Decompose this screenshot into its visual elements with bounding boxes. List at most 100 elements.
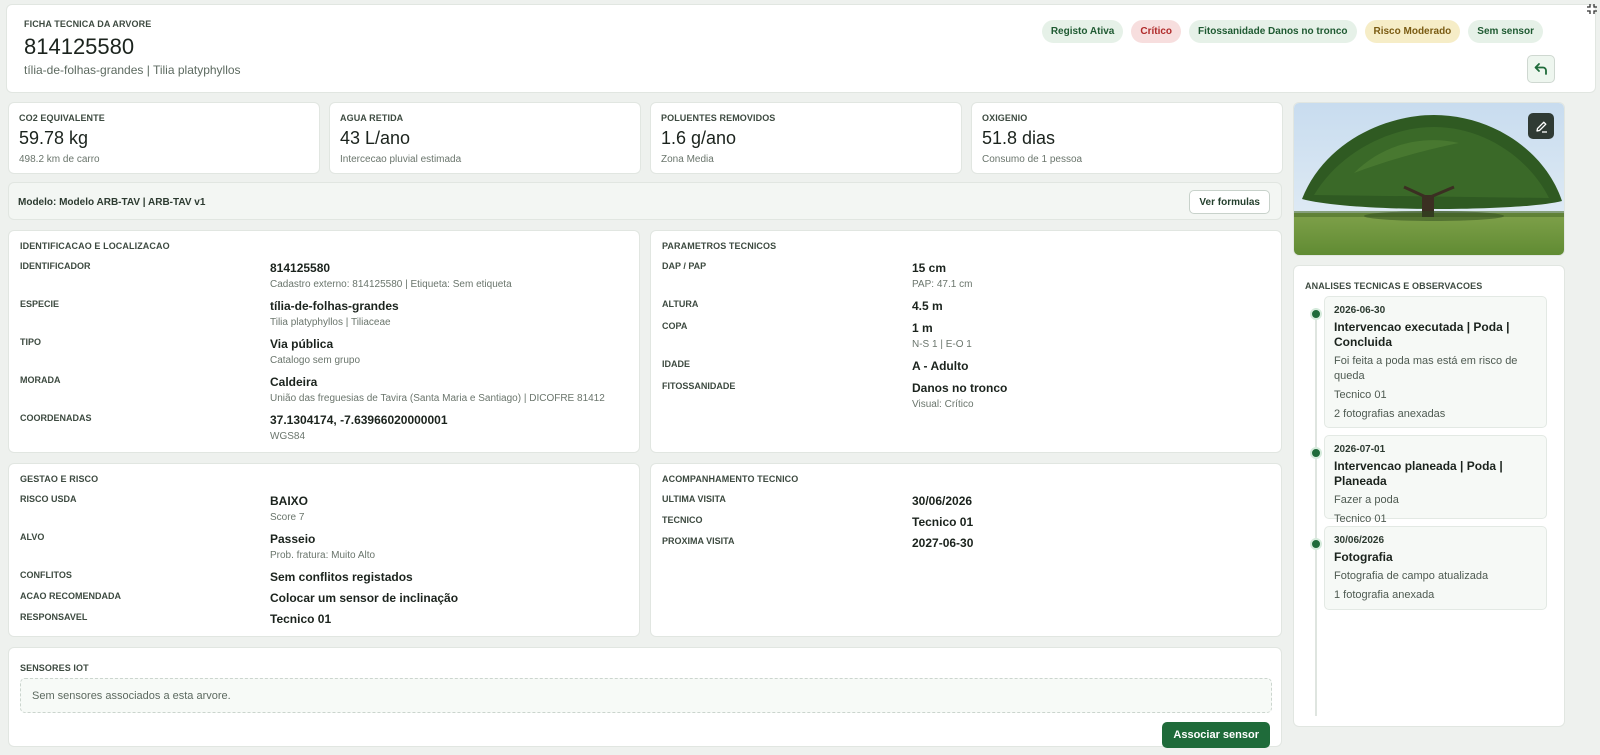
field-row: IDADE A - Adulto <box>662 359 1262 373</box>
tree-photo <box>1293 102 1565 256</box>
tree-species-subtitle: tília-de-folhas-grandes | Tilia platyphy… <box>24 63 241 77</box>
model-label: Modelo: Modelo ARB-TAV | ARB-TAV v1 <box>18 197 206 208</box>
field-key: TIPO <box>20 337 42 347</box>
timeline-date: 30/06/2026 <box>1334 535 1385 546</box>
technical-params-panel: PARAMETROS TECNICOS DAP / PAP 15 cm PAP:… <box>650 230 1282 453</box>
page-overline: FICHA TECNICA DA ARVORE <box>24 19 152 29</box>
field-key: ESPECIE <box>20 299 60 309</box>
field-value: 2027-06-30 <box>912 536 974 550</box>
timeline-date: 2026-06-30 <box>1334 305 1386 316</box>
panel-title: ANALISES TECNICAS E OBSERVACOES <box>1305 281 1483 291</box>
metric-card-agua: AGUA RETIDA 43 L/ano Intercecao pluvial … <box>329 102 641 174</box>
field-row: IDENTIFICADOR 814125580 Cadastro externo… <box>20 261 620 290</box>
metric-label: AGUA RETIDA <box>340 113 404 123</box>
technical-followup-panel: ACOMPANHAMENTO TECNICO ULTIMA VISITA 30/… <box>650 463 1282 637</box>
edit-photo-button[interactable] <box>1528 113 1554 139</box>
panel-title: ACOMPANHAMENTO TECNICO <box>662 474 799 484</box>
timeline-item[interactable]: 2026-07-01 Intervencao planeada | Poda |… <box>1324 435 1547 525</box>
field-key: ALVO <box>20 532 45 542</box>
timeline-dot <box>1310 308 1322 320</box>
panel-title: PARAMETROS TECNICOS <box>662 241 777 251</box>
timeline-title: Intervencao planeada | Poda | Planeada <box>1334 459 1503 488</box>
status-badge-sensor: Sem sensor <box>1468 20 1543 43</box>
field-row: PROXIMA VISITA 2027-06-30 <box>662 536 1262 550</box>
timeline-line <box>1315 308 1317 716</box>
metric-value: 1.6 g/ano <box>661 128 737 148</box>
metric-value: 51.8 dias <box>982 128 1056 148</box>
iot-sensors-panel: SENSORES IOT Sem sensores associados a e… <box>8 647 1282 748</box>
field-value: Via pública <box>270 337 334 351</box>
field-value: Tecnico 01 <box>912 515 974 529</box>
status-badge-risco: Risco Moderado <box>1364 20 1461 43</box>
metric-card-poluentes: POLUENTES REMOVIDOS 1.6 g/ano Zona Media <box>650 102 962 174</box>
field-key: COPA <box>662 321 688 331</box>
panel-title: SENSORES IOT <box>20 663 89 673</box>
tree-photo-image <box>1294 103 1564 255</box>
field-key: FITOSSANIDADE <box>662 381 736 391</box>
field-value: 15 cm <box>912 261 947 275</box>
associate-sensor-button[interactable]: Associar sensor <box>1162 722 1270 748</box>
field-value: Colocar um sensor de inclinação <box>270 591 459 605</box>
field-key: CONFLITOS <box>20 570 72 580</box>
metric-note: Consumo de 1 pessoa <box>982 154 1083 165</box>
field-row: FITOSSANIDADE Danos no tronco Visual: Cr… <box>662 381 1262 410</box>
metric-note: Intercecao pluvial estimada <box>340 154 462 165</box>
field-value: Tecnico 01 <box>270 612 332 626</box>
field-row: ESPECIE tília-de-folhas-grandes Tilia pl… <box>20 299 620 328</box>
field-row: DAP / PAP 15 cm PAP: 47.1 cm <box>662 261 1262 290</box>
field-value: 4.5 m <box>912 299 943 313</box>
field-value: Caldeira <box>270 375 318 389</box>
timeline-dot <box>1310 447 1322 459</box>
field-row: ALVO Passeio Prob. fratura: Muito Alto <box>20 532 620 561</box>
status-badge-fitossanidade: Fitossanidade Danos no tronco <box>1189 20 1357 43</box>
field-row: COORDENADAS 37.1304174, -7.6396602000000… <box>20 413 620 442</box>
timeline-title: Fotografia <box>1334 550 1393 564</box>
timeline-item[interactable]: 30/06/2026 Fotografia Fotografia de camp… <box>1324 526 1547 610</box>
metric-label: CO2 EQUIVALENTE <box>19 113 105 123</box>
field-sub: Cadastro externo: 814125580 | Etiqueta: … <box>270 279 512 290</box>
field-row: COPA 1 m N-S 1 | E-O 1 <box>662 321 1262 350</box>
metric-label: OXIGENIO <box>982 113 1028 123</box>
identification-panel: IDENTIFICACAO E LOCALIZACAO IDENTIFICADO… <box>8 230 640 453</box>
field-sub: PAP: 47.1 cm <box>912 279 973 290</box>
field-value: 814125580 <box>270 261 331 275</box>
tree-id-title: 814125580 <box>24 34 135 59</box>
field-key: PROXIMA VISITA <box>662 536 735 546</box>
field-row: RISCO USDA BAIXO Score 7 <box>20 494 620 523</box>
empty-sensors-message: Sem sensores associados a esta arvore. <box>20 678 1272 713</box>
status-badges: Registo Ativa Crítico Fitossanidade Dano… <box>1041 20 1543 43</box>
back-button[interactable] <box>1527 55 1555 83</box>
metric-value: 43 L/ano <box>340 128 411 148</box>
view-formulas-button[interactable]: Ver formulas <box>1189 190 1270 214</box>
timeline-text: 2 fotografias anexadas <box>1334 408 1446 420</box>
field-row: ULTIMA VISITA 30/06/2026 <box>662 494 1262 508</box>
field-key: IDADE <box>662 359 691 369</box>
field-sub: União das freguesias de Tavira (Santa Ma… <box>270 393 605 404</box>
panel-title: IDENTIFICACAO E LOCALIZACAO <box>20 241 170 251</box>
field-key: RESPONSAVEL <box>20 612 88 622</box>
field-sub: Visual: Crítico <box>912 399 974 410</box>
field-row: MORADA Caldeira União das freguesias de … <box>20 375 620 404</box>
field-sub: N-S 1 | E-O 1 <box>912 339 972 350</box>
timeline-text: Fotografia de campo atualizada <box>1334 570 1489 582</box>
metric-note: Zona Media <box>661 154 714 165</box>
timeline-item[interactable]: 2026-06-30 Intervencao executada | Poda … <box>1324 296 1547 428</box>
field-sub: Prob. fratura: Muito Alto <box>270 550 376 561</box>
field-value: BAIXO <box>270 494 309 508</box>
field-sub: WGS84 <box>270 431 306 442</box>
field-key: RISCO USDA <box>20 494 77 504</box>
field-sub: Tilia platyphyllos | Tiliaceae <box>270 317 391 328</box>
status-badge-critico: Crítico <box>1131 20 1182 43</box>
field-key: COORDENADAS <box>20 413 92 423</box>
field-row: ACAO RECOMENDADA Colocar um sensor de in… <box>20 591 620 605</box>
field-row: TECNICO Tecnico 01 <box>662 515 1262 529</box>
timeline-text: Tecnico 01 <box>1334 513 1387 525</box>
timeline-text: Tecnico 01 <box>1334 389 1387 401</box>
field-key: MORADA <box>20 375 61 385</box>
collapse-icon[interactable] <box>1586 3 1598 15</box>
field-key: ULTIMA VISITA <box>662 494 726 504</box>
field-row: ALTURA 4.5 m <box>662 299 1262 313</box>
timeline-text: 1 fotografia anexada <box>1334 589 1435 601</box>
timeline-dot <box>1310 538 1322 550</box>
timeline-text: Foi feita a poda mas está em risco de qu… <box>1334 355 1518 382</box>
